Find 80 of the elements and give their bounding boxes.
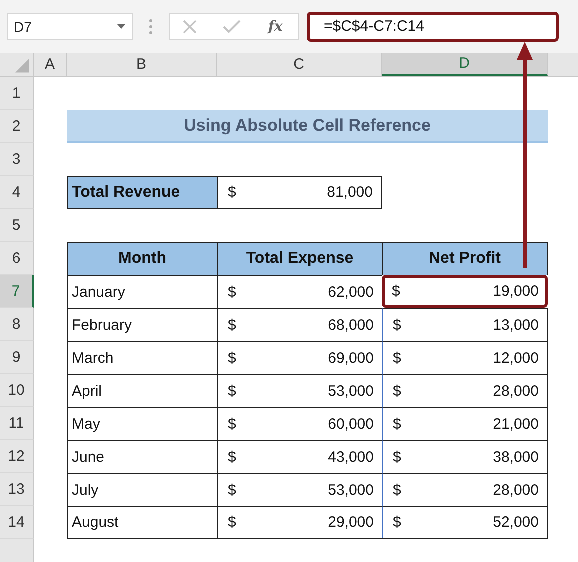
table-cell[interactable]: $ 52,000 bbox=[382, 506, 548, 539]
amount: 29,000 bbox=[328, 514, 374, 531]
row-header[interactable]: 11 bbox=[0, 407, 34, 440]
column-header[interactable]: B bbox=[67, 53, 217, 76]
currency-symbol: $ bbox=[228, 284, 236, 300]
currency-symbol: $ bbox=[228, 382, 236, 400]
row-header[interactable]: 6 bbox=[0, 242, 34, 275]
currency-symbol: $ bbox=[228, 416, 236, 432]
currency-symbol: $ bbox=[393, 416, 402, 432]
amount: 28,000 bbox=[493, 382, 539, 400]
amount: 81,000 bbox=[327, 184, 373, 201]
row-header[interactable]: 9 bbox=[0, 341, 34, 374]
amount: 13,000 bbox=[493, 316, 539, 334]
amount: 19,000 bbox=[493, 283, 539, 300]
table-cell[interactable]: $ 19,000 bbox=[382, 275, 548, 308]
row-header[interactable]: 3 bbox=[0, 143, 34, 176]
currency-symbol: $ bbox=[393, 514, 402, 531]
row-header[interactable]: 14 bbox=[0, 506, 34, 539]
row-header[interactable]: 13 bbox=[0, 473, 34, 506]
amount: 53,000 bbox=[328, 382, 374, 400]
amount: 60,000 bbox=[328, 416, 374, 432]
row-header[interactable]: 4 bbox=[0, 176, 34, 209]
column-heading: Month bbox=[67, 242, 217, 275]
column-heading: Total Expense bbox=[217, 242, 382, 275]
amount: 43,000 bbox=[328, 448, 374, 466]
row-header[interactable]: 5 bbox=[0, 209, 34, 242]
currency-symbol: $ bbox=[393, 382, 402, 400]
row-header[interactable]: 7 bbox=[0, 275, 34, 308]
table-cell: March bbox=[67, 341, 217, 374]
grip-icon bbox=[149, 18, 153, 34]
amount: 52,000 bbox=[493, 514, 539, 531]
column-header[interactable]: D bbox=[382, 53, 548, 76]
currency-symbol: $ bbox=[228, 514, 236, 531]
row-header[interactable]: 8 bbox=[0, 308, 34, 341]
currency-symbol: $ bbox=[228, 448, 236, 466]
table-cell[interactable]: $ 38,000 bbox=[382, 440, 548, 473]
column-header[interactable]: A bbox=[34, 53, 67, 76]
amount: 69,000 bbox=[328, 350, 374, 366]
table-cell[interactable]: $ 28,000 bbox=[382, 473, 548, 506]
table-cell: June bbox=[67, 440, 217, 473]
currency-symbol: $ bbox=[393, 448, 402, 466]
table-cell[interactable]: $ 28,000 bbox=[382, 374, 548, 407]
table-cell: May bbox=[67, 407, 217, 440]
currency-symbol: $ bbox=[393, 316, 402, 334]
row-header[interactable]: 1 bbox=[0, 77, 34, 110]
insert-function-button[interactable]: fx bbox=[265, 18, 286, 34]
amount: 68,000 bbox=[328, 316, 374, 334]
currency-symbol: $ bbox=[228, 482, 236, 498]
table-cell[interactable]: $ 12,000 bbox=[382, 341, 548, 374]
currency-symbol: $ bbox=[393, 350, 402, 366]
formula-field[interactable]: =$C$4-C7:C14 bbox=[307, 12, 559, 42]
amount: 38,000 bbox=[493, 448, 539, 466]
row-header[interactable]: 2 bbox=[0, 110, 34, 143]
currency-symbol: $ bbox=[392, 283, 400, 300]
column-heading: Net Profit bbox=[382, 242, 548, 275]
table-cell: July bbox=[67, 473, 217, 506]
amount: 12,000 bbox=[493, 350, 539, 366]
dropdown-caret-icon[interactable] bbox=[117, 24, 126, 29]
table-cell: February bbox=[67, 308, 217, 341]
cancel-icon[interactable] bbox=[182, 18, 198, 34]
table-cell[interactable]: $ 21,000 bbox=[382, 407, 548, 440]
amount: 62,000 bbox=[328, 284, 374, 300]
amount: 53,000 bbox=[328, 482, 374, 498]
table-cell: April bbox=[67, 374, 217, 407]
currency-symbol: $ bbox=[228, 316, 236, 334]
name-box[interactable]: D7 bbox=[7, 13, 133, 40]
currency-symbol: $ bbox=[228, 184, 236, 201]
table-cell: January bbox=[67, 275, 217, 308]
table-cell: Total Revenue bbox=[67, 176, 217, 209]
amount: 28,000 bbox=[493, 482, 539, 498]
cell-reference: D7 bbox=[14, 18, 32, 34]
amount: 21,000 bbox=[493, 416, 539, 432]
table-cell[interactable]: $ 13,000 bbox=[382, 308, 548, 341]
currency-symbol: $ bbox=[393, 482, 402, 498]
row-header[interactable]: 10 bbox=[0, 374, 34, 407]
table-cell: August bbox=[67, 506, 217, 539]
check-icon[interactable] bbox=[222, 20, 241, 34]
row-header[interactable]: 12 bbox=[0, 440, 34, 473]
currency-symbol: $ bbox=[228, 350, 236, 366]
title-cell: Using Absolute Cell Reference bbox=[67, 110, 548, 143]
